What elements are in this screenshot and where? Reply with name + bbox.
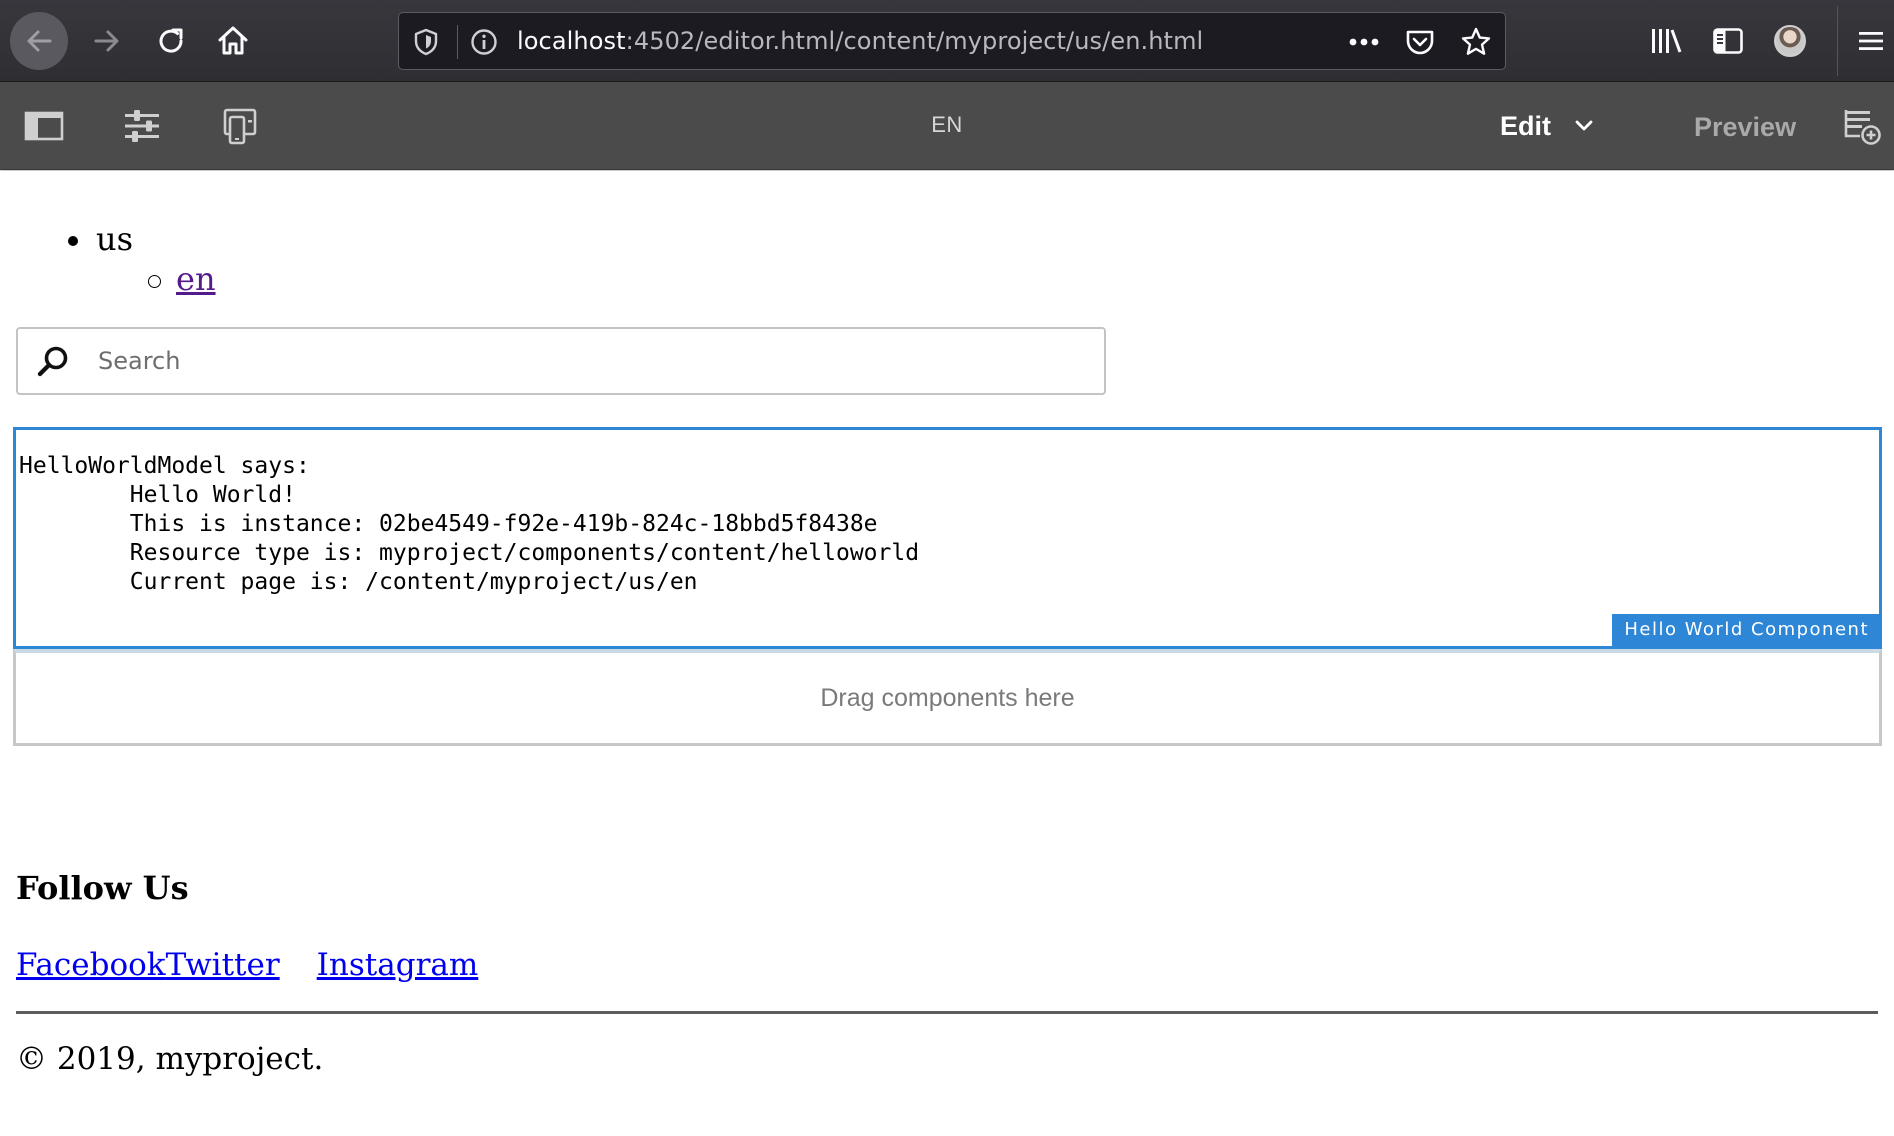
search-icon: [34, 343, 72, 381]
info-icon[interactable]: [469, 27, 499, 57]
url-separator: [457, 25, 458, 59]
nav-item-us: us: [60, 219, 216, 259]
twitter-link[interactable]: Twitter: [166, 947, 280, 983]
component-drop-zone[interactable]: Drag components here: [13, 649, 1882, 746]
url-path: :4502/editor.html/content/myproject/us/e…: [625, 27, 1204, 55]
component-label-badge[interactable]: Hello World Component: [1612, 614, 1879, 646]
search-box[interactable]: [16, 327, 1106, 395]
arrow-right-icon: [94, 30, 119, 52]
search-input[interactable]: [96, 339, 1076, 383]
browser-toolbar: localhost:4502/editor.html/content/mypro…: [0, 0, 1894, 82]
url-host: localhost: [517, 27, 626, 55]
chevron-down-icon[interactable]: [1573, 119, 1595, 133]
home-icon: [218, 26, 248, 55]
home-button[interactable]: [204, 12, 262, 70]
nav-item-en: en: [148, 259, 216, 299]
library-icon[interactable]: [1637, 12, 1695, 70]
editor-toolbar: EN Edit Preview: [0, 82, 1894, 170]
annotate-icon[interactable]: [1840, 104, 1884, 148]
back-button[interactable]: [10, 12, 68, 70]
shield-icon[interactable]: [411, 27, 441, 57]
toolbar-divider: [1837, 6, 1838, 76]
forward-button[interactable]: [78, 12, 136, 70]
avatar-icon[interactable]: [1761, 12, 1819, 70]
nav-link-en[interactable]: en: [176, 260, 216, 298]
hamburger-menu-icon[interactable]: [1848, 12, 1894, 70]
url-actions: [1345, 23, 1495, 61]
site-navigation: us en: [60, 219, 216, 299]
instagram-link[interactable]: Instagram: [317, 947, 479, 983]
edit-mode-label[interactable]: Edit: [1500, 111, 1551, 142]
nav-bullet: [148, 275, 161, 288]
star-icon[interactable]: [1457, 23, 1495, 61]
preview-button[interactable]: Preview: [1694, 112, 1796, 143]
copyright-text: © 2019, myproject.: [16, 1041, 324, 1077]
sidebar-icon[interactable]: [1699, 12, 1757, 70]
reload-button[interactable]: [142, 12, 200, 70]
arrow-left-icon: [27, 30, 52, 52]
pocket-icon[interactable]: [1401, 23, 1439, 61]
url-bar[interactable]: localhost:4502/editor.html/content/mypro…: [398, 12, 1506, 70]
avatar: [1774, 25, 1806, 57]
social-links: FacebookTwitter Instagram: [16, 947, 478, 983]
reload-icon: [159, 28, 183, 53]
url-text[interactable]: localhost:4502/editor.html/content/mypro…: [517, 27, 1203, 55]
footer-divider: [16, 1011, 1878, 1014]
mode-selector[interactable]: Edit: [1500, 106, 1595, 146]
follow-us-heading: Follow Us: [16, 869, 189, 907]
page-language-title: EN: [931, 112, 963, 137]
facebook-link[interactable]: Facebook: [16, 947, 166, 983]
browser-right-tools: [1633, 6, 1894, 76]
page-content: us en HelloWorldModel says: Hello World!…: [0, 171, 1894, 1136]
more-horizontal-icon[interactable]: [1345, 23, 1383, 61]
hello-world-output: HelloWorldModel says: Hello World! This …: [19, 453, 920, 595]
nav-item-label: us: [96, 220, 134, 258]
hello-world-component[interactable]: HelloWorldModel says: Hello World! This …: [13, 427, 1882, 649]
